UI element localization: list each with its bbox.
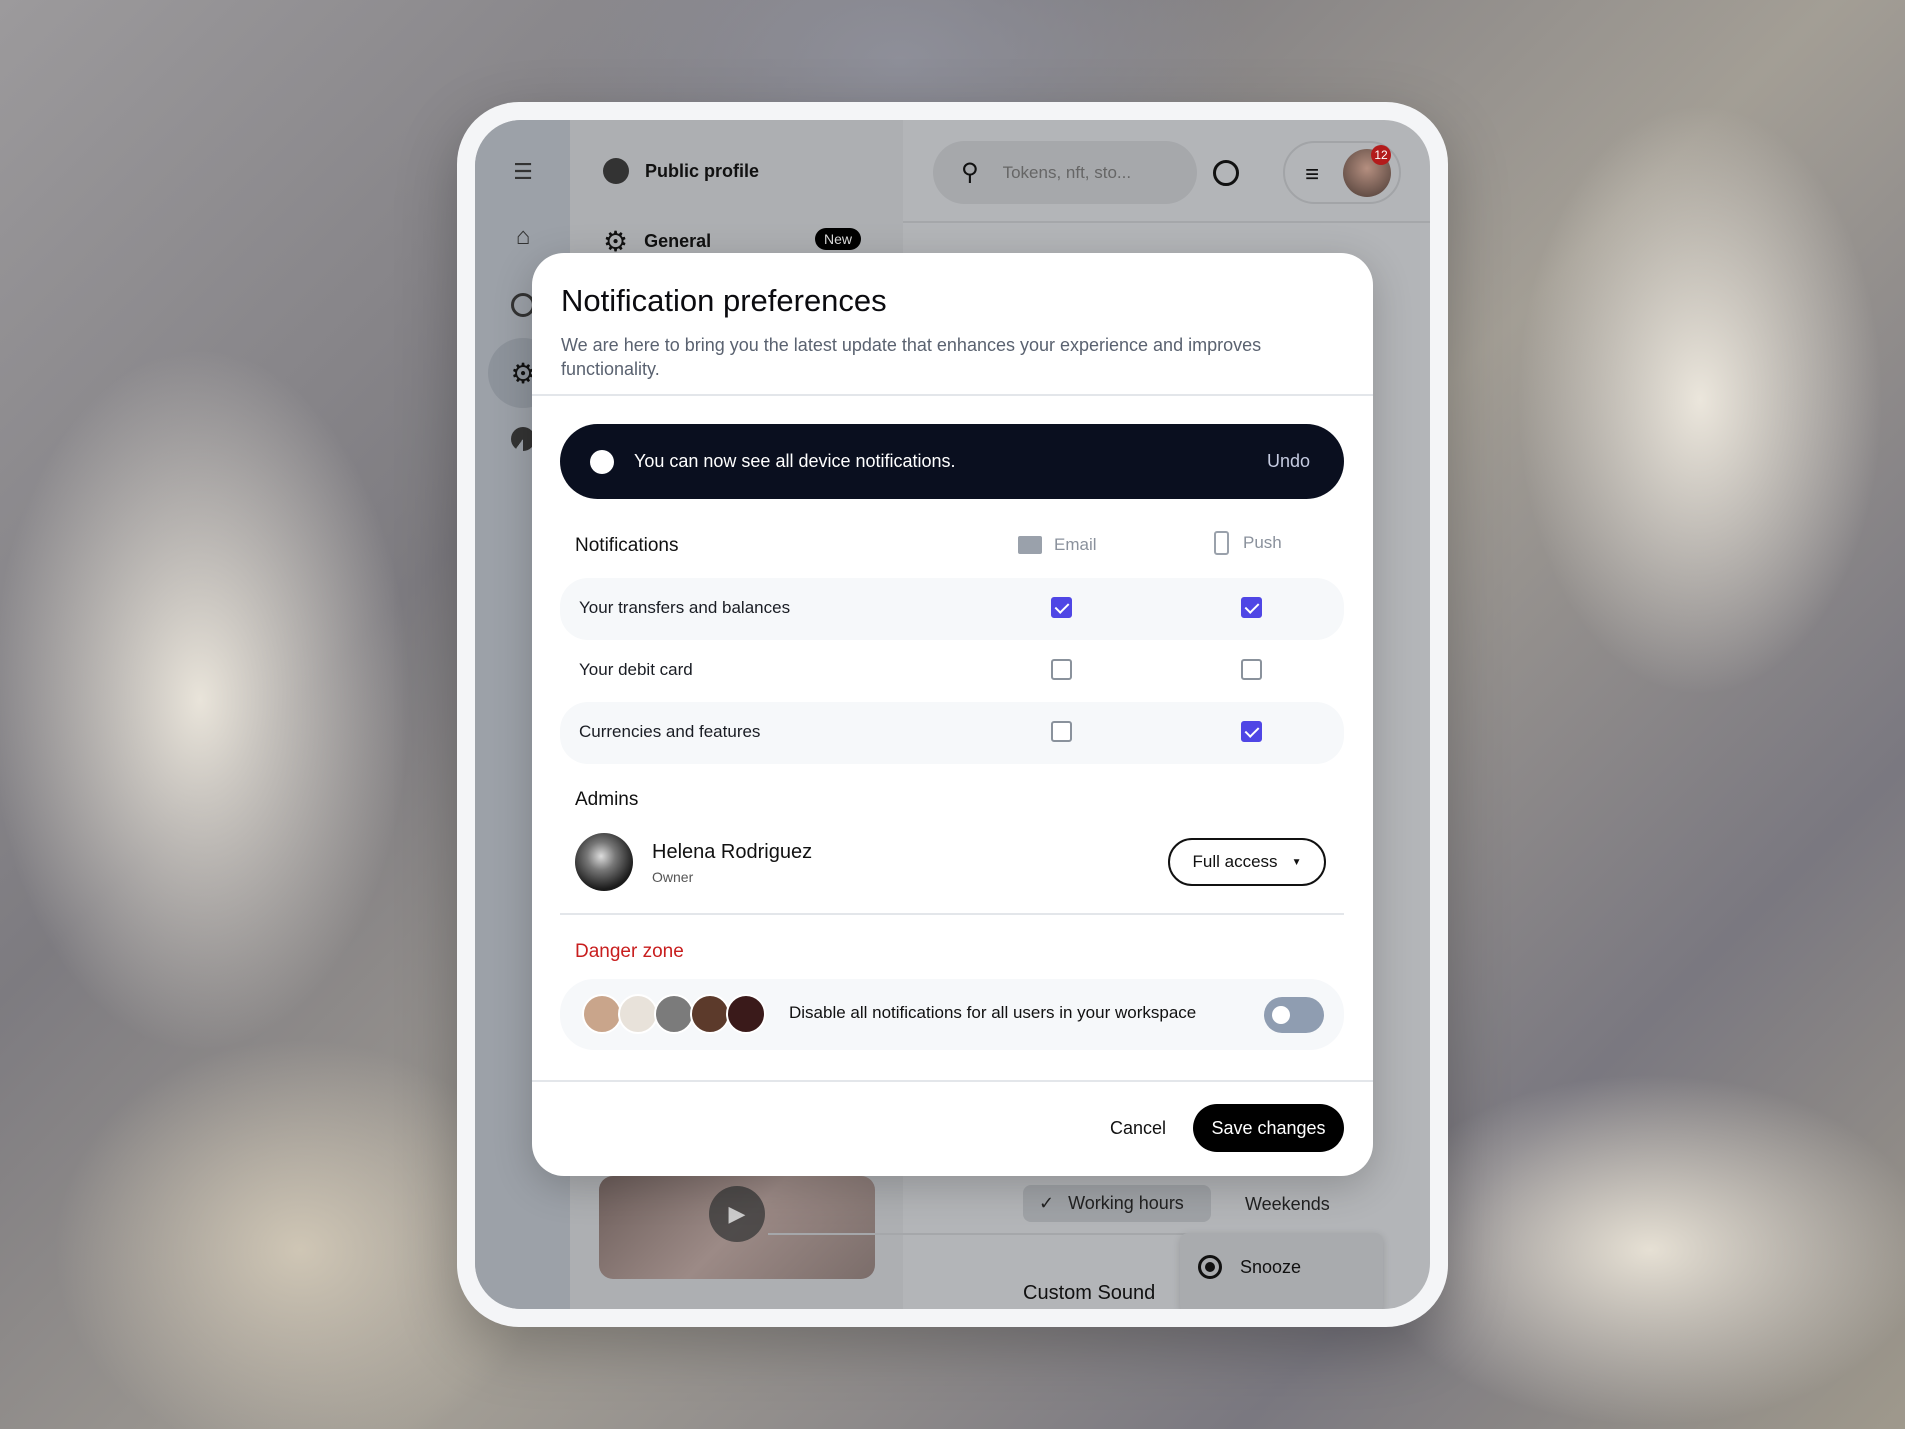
divider xyxy=(532,1080,1373,1082)
toggle-knob xyxy=(1272,1006,1290,1024)
divider xyxy=(532,394,1373,396)
mail-icon xyxy=(1018,536,1042,554)
notification-row: Your debit card xyxy=(560,640,1344,702)
dialog-description: We are here to bring you the latest upda… xyxy=(561,335,1262,379)
push-label: Push xyxy=(1243,533,1282,552)
globe-icon[interactable] xyxy=(1213,160,1239,186)
divider xyxy=(560,913,1344,915)
menu-item-snooze[interactable]: Snooze xyxy=(1240,1257,1301,1278)
user-circle-icon xyxy=(603,158,629,184)
toast: You can now see all device notifications… xyxy=(560,424,1344,499)
play-icon[interactable]: ▶ xyxy=(709,1186,765,1242)
user-avatar xyxy=(690,994,730,1034)
user-avatar xyxy=(726,994,766,1034)
danger-row: Disable all notifications for all users … xyxy=(560,979,1344,1050)
notification-row: Your transfers and balances xyxy=(560,578,1344,640)
danger-zone-heading: Danger zone xyxy=(575,941,684,962)
custom-sound-label: Custom Sound xyxy=(1023,1282,1156,1304)
phone-icon xyxy=(1214,531,1229,555)
video-thumbnail[interactable]: ▶ xyxy=(599,1176,875,1279)
chip-label: Working hours xyxy=(1068,1193,1184,1213)
nav-item-public-profile[interactable]: Public profile xyxy=(603,158,759,184)
radio-selected-icon[interactable] xyxy=(1198,1255,1222,1279)
notification-row: Currencies and features xyxy=(560,702,1344,764)
email-checkbox[interactable] xyxy=(1051,597,1072,618)
admin-role: Owner xyxy=(652,869,694,885)
search-input[interactable]: Tokens, nft, sto... xyxy=(1003,163,1132,183)
notifications-heading: Notifications xyxy=(575,535,679,556)
home-icon[interactable]: ⌂ xyxy=(510,223,536,250)
chip-weekends[interactable]: Weekends xyxy=(1245,1194,1330,1215)
nav-label: Public profile xyxy=(645,160,760,181)
hamburger-icon[interactable]: ≡ xyxy=(1305,161,1319,189)
user-avatar xyxy=(654,994,694,1034)
cancel-button[interactable]: Cancel xyxy=(1110,1118,1166,1139)
notification-preferences-dialog: Notification preferences We are here to … xyxy=(532,253,1373,1176)
email-checkbox[interactable] xyxy=(1051,721,1072,742)
nav-label: General xyxy=(644,231,712,251)
admin-name: Helena Rodriguez xyxy=(652,841,813,863)
check-icon: ✓ xyxy=(1039,1193,1055,1213)
dialog-title: Notification preferences xyxy=(561,283,887,318)
menu-collapse-icon[interactable]: ☰ xyxy=(510,159,536,184)
undo-button[interactable]: Undo xyxy=(1267,451,1310,472)
access-dropdown[interactable]: Full access ▼ xyxy=(1168,838,1326,886)
row-label: Your debit card xyxy=(579,660,693,679)
admin-avatar xyxy=(575,833,633,891)
access-value: Full access xyxy=(1192,852,1278,871)
row-label: Your transfers and balances xyxy=(579,598,791,617)
email-label: Email xyxy=(1054,535,1097,554)
email-checkbox[interactable] xyxy=(1051,659,1072,680)
profile-menu[interactable]: ≡ 12 xyxy=(1283,141,1401,204)
notification-badge: 12 xyxy=(1371,145,1391,165)
save-changes-button[interactable]: Save changes xyxy=(1193,1104,1344,1152)
new-badge: New xyxy=(815,228,862,250)
push-column-header: Push xyxy=(1214,531,1282,555)
search-bar[interactable]: ⚲ Tokens, nft, sto... xyxy=(933,141,1197,204)
toast-message: You can now see all device notifications… xyxy=(634,451,956,471)
user-avatar xyxy=(582,994,622,1034)
push-checkbox[interactable] xyxy=(1241,659,1262,680)
push-checkbox[interactable] xyxy=(1241,721,1262,742)
chip-working-hours[interactable]: ✓ Working hours xyxy=(1023,1185,1211,1222)
user-avatar xyxy=(618,994,658,1034)
caret-down-icon: ▼ xyxy=(1291,856,1302,868)
search-icon: ⚲ xyxy=(961,159,979,186)
danger-text: Disable all notifications for all users … xyxy=(789,1003,1197,1022)
push-checkbox[interactable] xyxy=(1241,597,1262,618)
admins-heading: Admins xyxy=(575,789,639,810)
email-column-header: Email xyxy=(1018,535,1097,555)
row-label: Currencies and features xyxy=(579,722,761,741)
disable-all-toggle[interactable] xyxy=(1264,997,1324,1033)
snooze-menu: Snooze xyxy=(1180,1233,1383,1309)
user-circle-icon xyxy=(590,449,614,474)
